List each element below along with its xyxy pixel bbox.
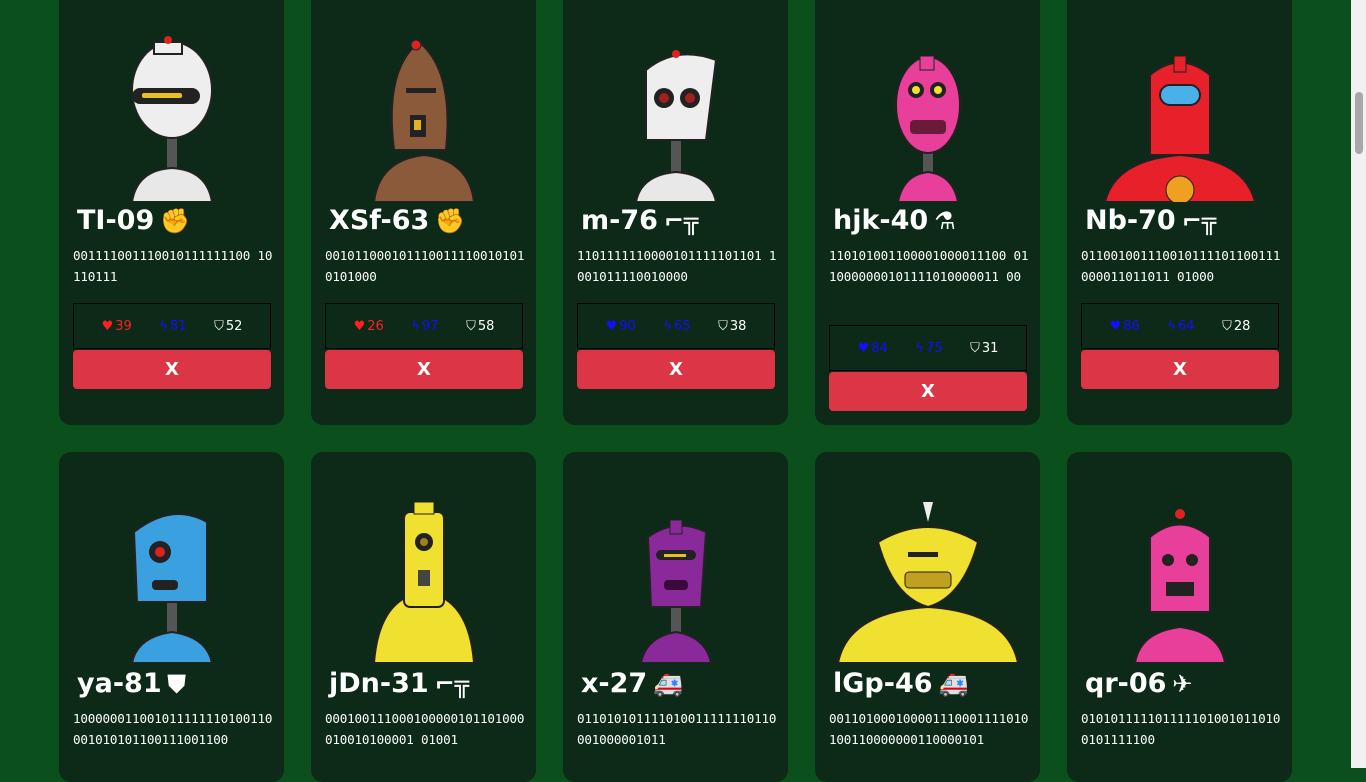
plane-icon: ✈ — [1172, 669, 1193, 698]
robot-card: hjk-40 ⚗ 110101001100001000011100 011000… — [815, 0, 1040, 425]
robot-portrait — [1067, 30, 1292, 202]
robot-name: XSf-63 ✊ — [329, 205, 466, 236]
page-scrollbar[interactable] — [1351, 0, 1366, 768]
attack-stat: ϟ 81 — [159, 318, 187, 334]
ambulance-icon: 🚑 — [938, 669, 969, 698]
defense-stat: ⛉ 38 — [718, 318, 747, 334]
gun-icon: ⌐╦ — [1181, 206, 1217, 235]
robot-card: lGp-46 🚑 0011010001000011100011110101001… — [815, 452, 1040, 782]
shield-icon: ⛉ — [970, 340, 980, 356]
robot-bits: 011001001110010111101100111000011011011 … — [1081, 248, 1281, 284]
heart-icon: ♥ — [353, 318, 366, 334]
robot-name: TI-09 ✊ — [77, 205, 191, 236]
remove-robot-button[interactable]: X — [577, 350, 775, 389]
defense-stat: ⛉ 52 — [214, 318, 243, 334]
robot-card: Nb-70 ⌐╦ 0110010011100101111011001110000… — [1067, 0, 1292, 425]
robot-name: Nb-70 ⌐╦ — [1085, 205, 1217, 236]
robot-name: lGp-46 🚑 — [833, 668, 969, 699]
fist-icon: ✊ — [160, 206, 191, 235]
robot-bits: 0101011111011111010010110100101111100 — [1081, 711, 1281, 747]
bolt-icon: ϟ — [915, 340, 924, 356]
robot-portrait — [1067, 492, 1292, 663]
remove-robot-button[interactable]: X — [1081, 350, 1279, 389]
remove-robot-button[interactable]: X — [829, 372, 1027, 411]
shield-icon: ⛉ — [466, 318, 476, 334]
attack-stat: ϟ 64 — [1167, 318, 1195, 334]
robot-name: m-76 ⌐╦ — [581, 205, 699, 236]
robot-name: hjk-40 ⚗ — [833, 205, 956, 236]
stats-box: ♥ 26 ϟ 97 ⛉ 58 — [325, 303, 523, 349]
stats-box: ♥ 86 ϟ 64 ⛉ 28 — [1081, 303, 1279, 349]
bolt-icon: ϟ — [1167, 318, 1176, 334]
robot-portrait — [563, 30, 788, 202]
robot-card: qr-06 ✈ 01010111110111110100101101001011… — [1067, 452, 1292, 782]
robot-name: jDn-31 ⌐╦ — [329, 668, 470, 699]
robot-portrait — [563, 492, 788, 663]
bolt-icon: ϟ — [411, 318, 420, 334]
robot-card: m-76 ⌐╦ 1101111110000101111101101 100101… — [563, 0, 788, 425]
robot-portrait — [815, 492, 1040, 663]
robot-card: x-27 🚑 011010101111010011111110110001000… — [563, 452, 788, 782]
robot-card: jDn-31 ⌐╦ 000100111000100000101101000010… — [311, 452, 536, 782]
robot-card: ya-81 ⛊ 10000001100101111111010011000101… — [59, 452, 284, 782]
defense-stat: ⛉ 58 — [466, 318, 495, 334]
ambulance-icon: 🚑 — [653, 669, 684, 698]
fist-icon: ✊ — [435, 206, 466, 235]
robot-portrait — [311, 492, 536, 663]
robot-bits: 1101111110000101111101101 10010111100100… — [577, 248, 777, 284]
defense-stat: ⛉ 31 — [970, 340, 999, 356]
stats-box: ♥ 84 ϟ 75 ⛉ 31 — [829, 325, 1027, 371]
remove-robot-button[interactable]: X — [73, 350, 271, 389]
shield-icon: ⛉ — [214, 318, 224, 334]
robot-name: x-27 🚑 — [581, 668, 684, 699]
gun-icon: ⌐╦ — [434, 669, 470, 698]
robot-portrait — [815, 30, 1040, 202]
health-stat: ♥ 39 — [101, 318, 132, 334]
flask-icon: ⚗ — [934, 206, 956, 235]
attack-stat: ϟ 75 — [915, 340, 943, 356]
robot-card: XSf-63 ✊ 0010110001011100111100101010101… — [311, 0, 536, 425]
stats-box: ♥ 39 ϟ 81 ⛉ 52 — [73, 303, 271, 349]
health-stat: ♥ 26 — [353, 318, 384, 334]
heart-icon: ♥ — [101, 318, 114, 334]
shield-icon: ⛉ — [1222, 318, 1232, 334]
robot-portrait — [59, 30, 284, 202]
robot-bits: 001111001110010111111100 10110111 — [73, 248, 273, 284]
health-stat: ♥ 86 — [1109, 318, 1140, 334]
heart-icon: ♥ — [1109, 318, 1122, 334]
bolt-icon: ϟ — [159, 318, 168, 334]
scrollbar-thumb[interactable] — [1355, 92, 1363, 154]
robot-bits: 0011010001000011100011110101001100000001… — [829, 711, 1029, 747]
robot-bits: 0010110001011100111100101010101000 — [325, 248, 525, 284]
stats-box: ♥ 90 ϟ 65 ⛉ 38 — [577, 303, 775, 349]
heart-icon: ♥ — [605, 318, 618, 334]
health-stat: ♥ 84 — [857, 340, 888, 356]
attack-stat: ϟ 97 — [411, 318, 439, 334]
defense-stat: ⛉ 28 — [1222, 318, 1251, 334]
heart-icon: ♥ — [857, 340, 870, 356]
robot-bits: 110101001100001000011100 011000000010111… — [829, 248, 1029, 284]
health-stat: ♥ 90 — [605, 318, 636, 334]
robot-name: qr-06 ✈ — [1085, 668, 1193, 699]
robot-bits: 011010101111010011111110110001000001011 — [577, 711, 777, 747]
robot-portrait — [59, 492, 284, 663]
shield-icon: ⛉ — [718, 318, 728, 334]
robot-bits: 000100111000100000101101000010010100001 … — [325, 711, 525, 747]
robot-name: ya-81 ⛊ — [77, 668, 186, 699]
remove-robot-button[interactable]: X — [325, 350, 523, 389]
robot-portrait — [311, 30, 536, 202]
robot-bits: 1000000110010111111101001100010101011001… — [73, 711, 273, 747]
bolt-icon: ϟ — [663, 318, 672, 334]
shield-icon: ⛊ — [167, 669, 186, 698]
gun-icon: ⌐╦ — [663, 206, 699, 235]
robot-card: TI-09 ✊ 001111001110010111111100 1011011… — [59, 0, 284, 425]
attack-stat: ϟ 65 — [663, 318, 691, 334]
